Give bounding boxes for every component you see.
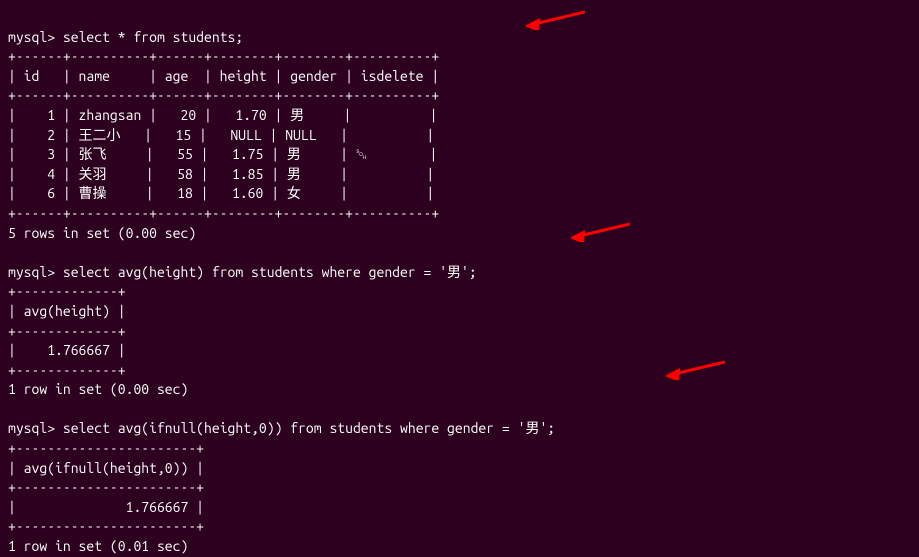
mysql-prompt: mysql> select avg(ifnull(height,0)) from… xyxy=(8,420,555,436)
table-separator: +-------------+ xyxy=(8,283,126,299)
table-row: | 3 | 张飞 | 55 | 1.75 | 男 | ␁ | xyxy=(8,146,437,162)
mysql-prompt: mysql> select avg(height) from students … xyxy=(8,264,477,280)
table-header: | avg(ifnull(height,0)) | xyxy=(8,460,204,476)
table-separator: +------+----------+------+--------+-----… xyxy=(8,87,439,103)
table-row: | 6 | 曹操 | 18 | 1.60 | 女 | | xyxy=(8,185,434,201)
terminal-output[interactable]: mysql> select * from students; +------+-… xyxy=(8,8,911,557)
table-row: | 1.766667 | xyxy=(8,499,204,515)
sql-query-2: select avg(height) from students where g… xyxy=(63,264,477,280)
table-row: | 4 | 关羽 | 58 | 1.85 | 男 | | xyxy=(8,166,434,182)
mysql-prompt: mysql> select * from students; xyxy=(8,29,243,45)
annotation-arrow-icon xyxy=(525,10,585,30)
table-header: | id | name | age | height | gender | is… xyxy=(8,68,439,84)
table-row: | 1 | zhangsan | 20 | 1.70 | 男 | | xyxy=(8,107,438,123)
table-separator: +-----------------------+ xyxy=(8,440,204,456)
sql-query-1: select * from students; xyxy=(63,29,243,45)
result-footer: 1 row in set (0.01 sec) xyxy=(8,538,188,554)
table-separator: +------+----------+------+--------+-----… xyxy=(8,205,439,221)
table-separator: +-------------+ xyxy=(8,362,126,378)
table-row: | 1.766667 | xyxy=(8,342,126,358)
table-separator: +-------------+ xyxy=(8,323,126,339)
result-footer: 5 rows in set (0.00 sec) xyxy=(8,225,196,241)
table-separator: +------+----------+------+--------+-----… xyxy=(8,48,439,64)
annotation-arrow-icon xyxy=(570,222,630,242)
table-separator: +-----------------------+ xyxy=(8,518,204,534)
table-header: | avg(height) | xyxy=(8,303,126,319)
result-footer: 1 row in set (0.00 sec) xyxy=(8,381,188,397)
table-row: | 2 | 王二小 | 15 | NULL | NULL | | xyxy=(8,127,434,143)
table-separator: +-----------------------+ xyxy=(8,479,204,495)
sql-query-3: select avg(ifnull(height,0)) from studen… xyxy=(63,420,555,436)
annotation-arrow-icon xyxy=(665,360,725,380)
